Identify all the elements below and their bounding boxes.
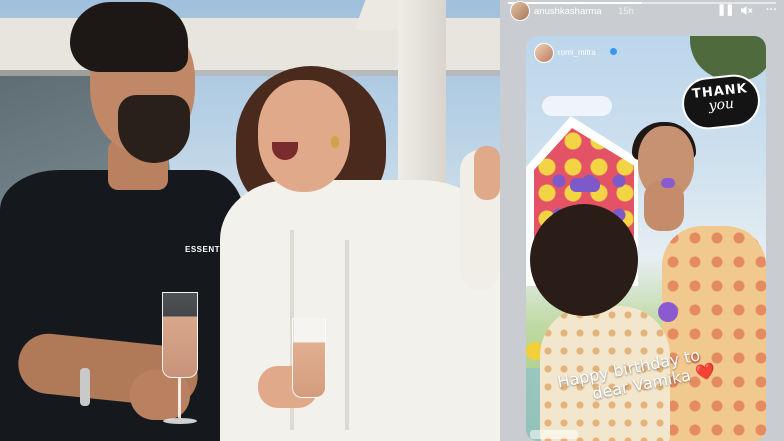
cloud — [542, 96, 612, 116]
purple-toy — [661, 178, 675, 188]
mute-icon-svg — [741, 6, 753, 15]
thank-you-sticker: THANK you — [679, 72, 763, 132]
glass-stem — [178, 378, 181, 418]
story-username[interactable]: anushkasharma — [534, 6, 602, 17]
woman-raised-hand — [474, 146, 500, 200]
heart-emoji-icon: ❤️ — [693, 360, 717, 384]
man-hair — [70, 2, 188, 72]
bracelet — [80, 368, 90, 406]
verified-badge-icon — [610, 48, 617, 55]
reshared-post-card[interactable]: romi_mitra THANK you Happy birthday to d… — [526, 36, 766, 441]
story-header: anushkasharma 15h ❚❚ ··· — [500, 0, 784, 24]
mention-tag[interactable] — [530, 430, 578, 439]
avatar[interactable] — [510, 1, 530, 21]
dress-pattern — [662, 226, 766, 441]
man-beard — [118, 95, 190, 163]
glass-base — [163, 418, 197, 424]
dress-fold — [345, 240, 349, 430]
avatar[interactable] — [534, 43, 554, 63]
mute-icon[interactable] — [741, 5, 753, 19]
champagne-glass — [162, 292, 198, 378]
hair-clip — [570, 178, 600, 192]
reshared-username[interactable]: romi_mitra — [558, 48, 596, 57]
story-timestamp: 15h — [618, 6, 634, 17]
woman-dress — [220, 180, 500, 441]
instagram-story[interactable]: anushkasharma 15h ❚❚ ··· romi_mitra THAN… — [500, 0, 784, 441]
girl-hands — [644, 181, 684, 231]
pause-icon[interactable]: ❚❚ — [717, 5, 734, 16]
more-icon[interactable]: ··· — [766, 5, 777, 16]
champagne-glass — [292, 318, 326, 398]
earring — [331, 136, 339, 148]
baby-hair — [530, 204, 638, 316]
purple-ball — [658, 302, 678, 322]
left-photo: ESSENTIAL — [0, 0, 500, 441]
tree-foliage — [690, 36, 766, 80]
